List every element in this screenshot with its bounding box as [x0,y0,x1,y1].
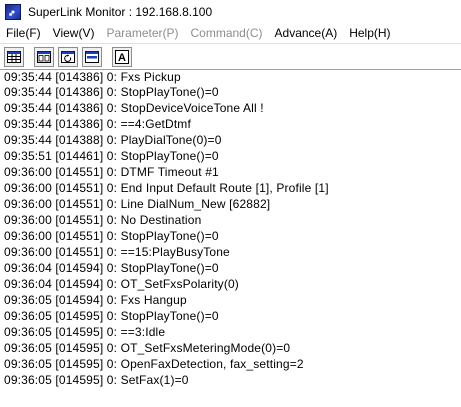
log-line: 09:36:05 [014595] 0: ==3:Idle [4,325,166,339]
window-bar-button[interactable] [82,46,102,67]
menu-command[interactable]: Command(C) [185,23,269,43]
font-button[interactable]: A [112,46,132,67]
split-window-icon [37,50,51,63]
window-title: SuperLink Monitor : 192.168.8.100 [28,4,213,19]
log-line: 09:35:44 [014386] 0: StopDeviceVoiceTone… [4,101,264,115]
menu-bar: File(F) View(V) Parameter(P) Command(C) … [0,23,461,43]
log-line: 09:36:00 [014551] 0: DTMF Timeout #1 [4,165,219,179]
log-line: 09:36:00 [014551] 0: No Destination [4,213,202,227]
log-line: 09:35:44 [014386] 0: StopPlayTone()=0 [4,85,219,99]
app-icon [5,3,21,20]
log-line: 09:36:05 [014594] 0: Fxs Hangup [4,293,187,307]
split-window-button[interactable] [34,46,54,67]
title-bar: SuperLink Monitor : 192.168.8.100 [0,0,461,23]
menu-view[interactable]: View(V) [47,23,101,43]
font-a-icon: A [115,49,129,64]
refresh-window-button[interactable] [58,46,78,67]
log-line: 09:36:05 [014595] 0: OT_SetFxsMeteringMo… [4,341,291,355]
toolbar: A [0,43,461,69]
log-line: 09:35:51 [014461] 0: StopPlayTone()=0 [4,149,219,163]
menu-advance[interactable]: Advance(A) [269,23,344,43]
log-line: 09:36:04 [014594] 0: OT_SetFxsPolarity(0… [4,277,239,291]
log-line: 09:36:05 [014595] 0: OpenFaxDetection, f… [4,357,304,371]
log-panel[interactable]: 09:35:44 [014386] 0: Fxs Pickup 09:35:44… [0,69,461,407]
log-line: 09:35:44 [014388] 0: PlayDialTone(0)=0 [4,133,222,147]
menu-parameter[interactable]: Parameter(P) [100,23,184,43]
log-line: 09:36:05 [014595] 0: StopPlayTone()=0 [4,309,219,323]
window-bar-icon [85,50,99,63]
refresh-window-icon [61,50,75,63]
log-line: 09:36:04 [014594] 0: StopPlayTone()=0 [4,261,219,275]
log-line: 09:36:05 [014595] 0: SetFax(1)=0 [4,373,189,387]
svg-text:A: A [118,52,126,64]
log-line: 09:35:44 [014386] 0: ==4:GetDtmf [4,117,191,131]
menu-file[interactable]: File(F) [0,23,47,43]
log-line: 09:36:00 [014551] 0: Line DialNum_New [6… [4,197,271,211]
log-line: 09:36:00 [014551] 0: ==15:PlayBusyTone [4,245,230,259]
table-grid-button[interactable] [4,46,24,67]
log-line: 09:36:00 [014551] 0: End Input Default R… [4,181,329,195]
table-grid-icon [7,50,21,63]
log-line: 09:36:00 [014551] 0: StopPlayTone()=0 [4,229,219,243]
log-line: 09:35:44 [014386] 0: Fxs Pickup [4,70,181,84]
menu-help[interactable]: Help(H) [343,23,396,43]
